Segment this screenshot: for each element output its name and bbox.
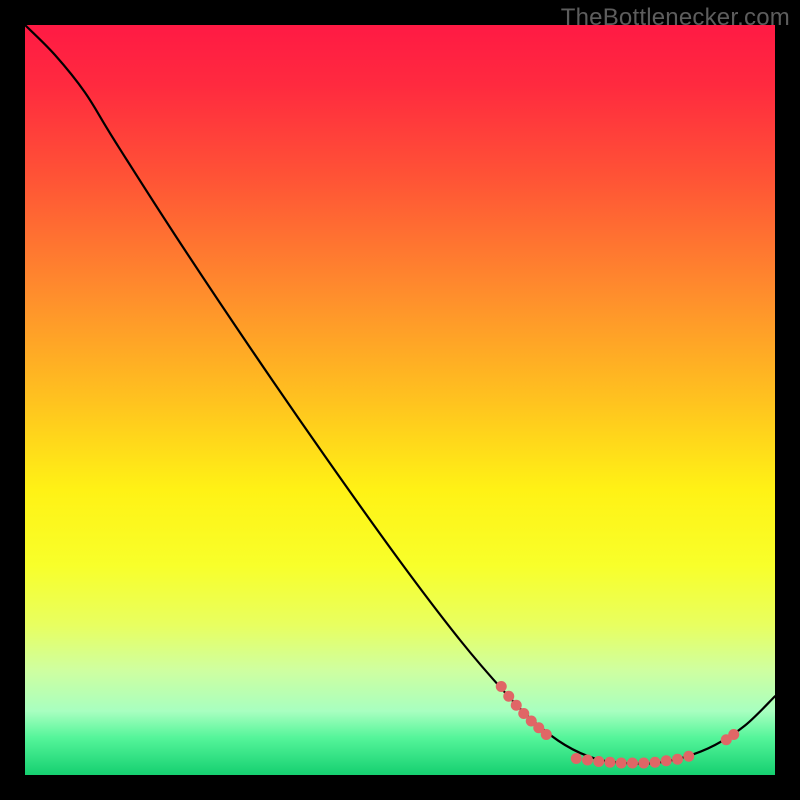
- marker-dot: [503, 691, 514, 702]
- marker-dot: [511, 700, 522, 711]
- marker-dot: [582, 755, 593, 766]
- marker-dot: [593, 756, 604, 767]
- marker-dot: [496, 681, 507, 692]
- chart-plot: [25, 25, 775, 775]
- marker-dot: [672, 754, 683, 765]
- marker-dot: [541, 729, 552, 740]
- gradient-background: [25, 25, 775, 775]
- marker-dot: [683, 751, 694, 762]
- marker-dot: [627, 758, 638, 769]
- marker-dot: [728, 729, 739, 740]
- marker-dot: [605, 757, 616, 768]
- marker-dot: [661, 755, 672, 766]
- marker-dot: [650, 757, 661, 768]
- marker-dot: [571, 753, 582, 764]
- marker-dot: [616, 758, 627, 769]
- chart-frame: TheBottlenecker.com: [0, 0, 800, 800]
- marker-dot: [638, 758, 649, 769]
